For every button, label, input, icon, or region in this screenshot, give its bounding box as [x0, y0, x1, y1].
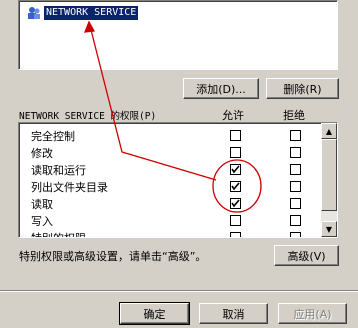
- permissions-list[interactable]: 完全控制修改读取和运行列出文件夹目录读取写入特别的权限 ▲ ▼: [18, 122, 338, 238]
- permission-deny-checkbox[interactable]: [290, 215, 301, 226]
- permission-allow-checkbox[interactable]: [230, 147, 241, 158]
- user-group-icon: [27, 6, 41, 20]
- permission-allow-checkbox[interactable]: [230, 130, 241, 141]
- remove-button[interactable]: 删除(R): [266, 78, 339, 99]
- permission-allow-checkbox[interactable]: [230, 198, 241, 209]
- user-list-item-label: NETWORK SERVICE: [44, 6, 139, 20]
- advanced-hint-text: 特别权限或高级设置，请单击“高级”。: [19, 250, 207, 263]
- permission-label: 特别的权限: [31, 230, 86, 237]
- permission-deny-checkbox[interactable]: [290, 164, 301, 175]
- permission-deny-checkbox[interactable]: [290, 147, 301, 158]
- allow-column-header: 允许: [222, 109, 244, 122]
- ok-button[interactable]: 确定: [119, 302, 190, 325]
- deny-column-header: 拒绝: [283, 109, 305, 122]
- permission-label: 列出文件夹目录: [31, 181, 108, 194]
- scroll-up-arrow-icon[interactable]: ▲: [321, 123, 337, 139]
- permission-label: 读取和运行: [31, 164, 86, 177]
- permission-label: 读取: [31, 198, 53, 211]
- permission-allow-checkbox[interactable]: [230, 181, 241, 192]
- advanced-button[interactable]: 高级(V): [274, 245, 339, 266]
- scroll-down-arrow-icon[interactable]: ▼: [321, 221, 337, 237]
- permission-label: 修改: [31, 147, 53, 160]
- checkmark-icon: [231, 182, 240, 191]
- bottom-separator: [0, 290, 358, 292]
- permission-deny-checkbox[interactable]: [290, 232, 301, 237]
- permission-deny-checkbox[interactable]: [290, 181, 301, 192]
- permission-deny-checkbox[interactable]: [290, 198, 301, 209]
- cancel-button[interactable]: 取消: [199, 303, 268, 324]
- scroll-thumb[interactable]: [321, 139, 337, 211]
- checkmark-icon: [231, 199, 240, 208]
- apply-button[interactable]: 应用(A): [278, 303, 347, 324]
- add-button[interactable]: 添加(D)...: [183, 78, 259, 99]
- permissions-header-label: NETWORK SERVICE 的权限(P): [19, 111, 157, 122]
- permission-allow-checkbox[interactable]: [230, 215, 241, 226]
- permission-label: 完全控制: [31, 130, 75, 143]
- permission-deny-checkbox[interactable]: [290, 130, 301, 141]
- user-list-item-selected[interactable]: NETWORK SERVICE: [27, 5, 139, 21]
- permission-allow-checkbox[interactable]: [230, 164, 241, 175]
- permission-label: 写入: [31, 215, 53, 228]
- checkmark-icon: [231, 165, 240, 174]
- permission-allow-checkbox[interactable]: [230, 232, 241, 237]
- user-list-box[interactable]: NETWORK SERVICE: [18, 0, 338, 70]
- permissions-scrollbar[interactable]: ▲ ▼: [321, 123, 337, 237]
